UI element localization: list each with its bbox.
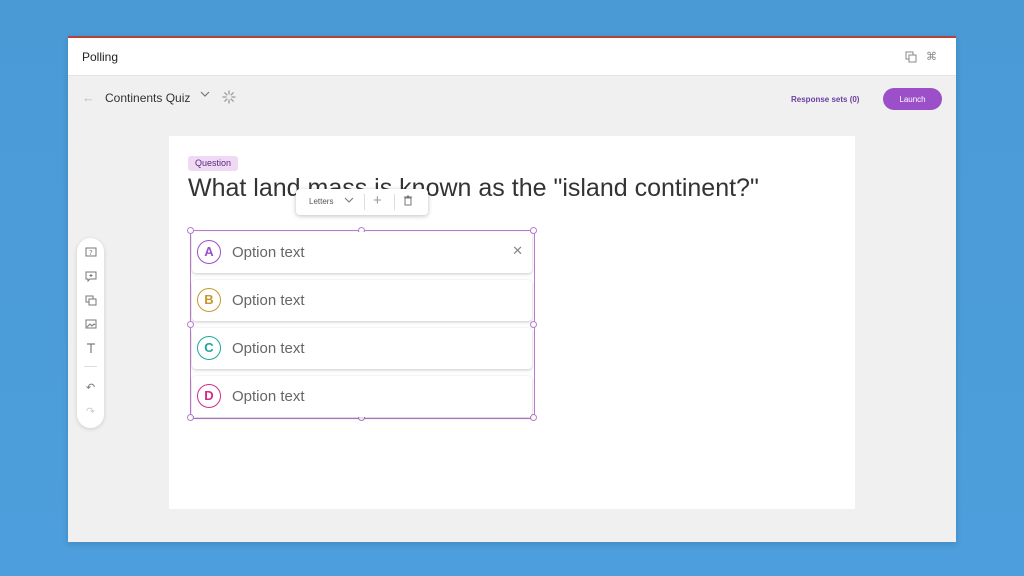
trash-icon[interactable]: [403, 195, 413, 209]
option-text[interactable]: Option text: [232, 340, 305, 357]
chevron-down-icon[interactable]: [344, 195, 354, 207]
answer-option-b[interactable]: B Option text: [192, 280, 532, 321]
svg-text:?: ?: [89, 249, 93, 257]
divider: [364, 194, 365, 210]
answer-option-a[interactable]: A Option text ✕: [192, 232, 532, 273]
resize-handle[interactable]: [187, 321, 194, 328]
answer-option-c[interactable]: C Option text: [192, 328, 532, 369]
option-text[interactable]: Option text: [232, 292, 305, 309]
loading-spinner-icon: [222, 90, 236, 104]
add-image-icon[interactable]: [77, 319, 104, 333]
option-text[interactable]: Option text: [232, 244, 305, 261]
answer-option-d[interactable]: D Option text: [192, 376, 532, 417]
app-window: Polling ⌘ ← Continents Quiz Response set…: [68, 36, 956, 542]
add-slide-icon[interactable]: [77, 295, 104, 309]
question-badge: Question: [188, 156, 239, 171]
side-toolbar: ? ↶ ↷: [77, 238, 104, 428]
close-icon[interactable]: ✕: [512, 243, 523, 259]
option-text[interactable]: Option text: [232, 388, 305, 405]
app-title: Polling: [82, 50, 119, 64]
title-bar: Polling ⌘: [68, 38, 956, 76]
quiz-title[interactable]: Continents Quiz: [105, 91, 190, 105]
launch-button[interactable]: Launch: [883, 88, 942, 110]
option-letter-badge: A: [197, 240, 221, 264]
add-comment-icon[interactable]: [77, 271, 104, 285]
divider: [84, 366, 97, 367]
resize-handle[interactable]: [530, 321, 537, 328]
response-sets-link[interactable]: Response sets (0): [791, 95, 859, 104]
copy-icon[interactable]: [905, 51, 918, 64]
add-question-icon[interactable]: ?: [77, 247, 104, 261]
back-arrow-icon[interactable]: ←: [82, 90, 95, 105]
question-text[interactable]: What land mass is known as the "island c…: [188, 174, 759, 203]
command-icon[interactable]: ⌘: [925, 51, 938, 64]
toolbar: ← Continents Quiz Response sets (0) Laun…: [68, 76, 956, 120]
option-letter-badge: C: [197, 336, 221, 360]
divider: [394, 194, 395, 210]
option-style-select[interactable]: Letters: [309, 197, 333, 206]
option-letter-badge: B: [197, 288, 221, 312]
floating-toolbar: Letters +: [296, 189, 428, 215]
redo-icon[interactable]: ↷: [77, 405, 104, 418]
slide-canvas: Question What land mass is known as the …: [169, 136, 855, 509]
plus-icon[interactable]: +: [373, 193, 382, 209]
text-icon[interactable]: [77, 342, 104, 357]
option-letter-badge: D: [197, 384, 221, 408]
undo-icon[interactable]: ↶: [77, 381, 104, 394]
chevron-down-icon[interactable]: [200, 89, 210, 102]
